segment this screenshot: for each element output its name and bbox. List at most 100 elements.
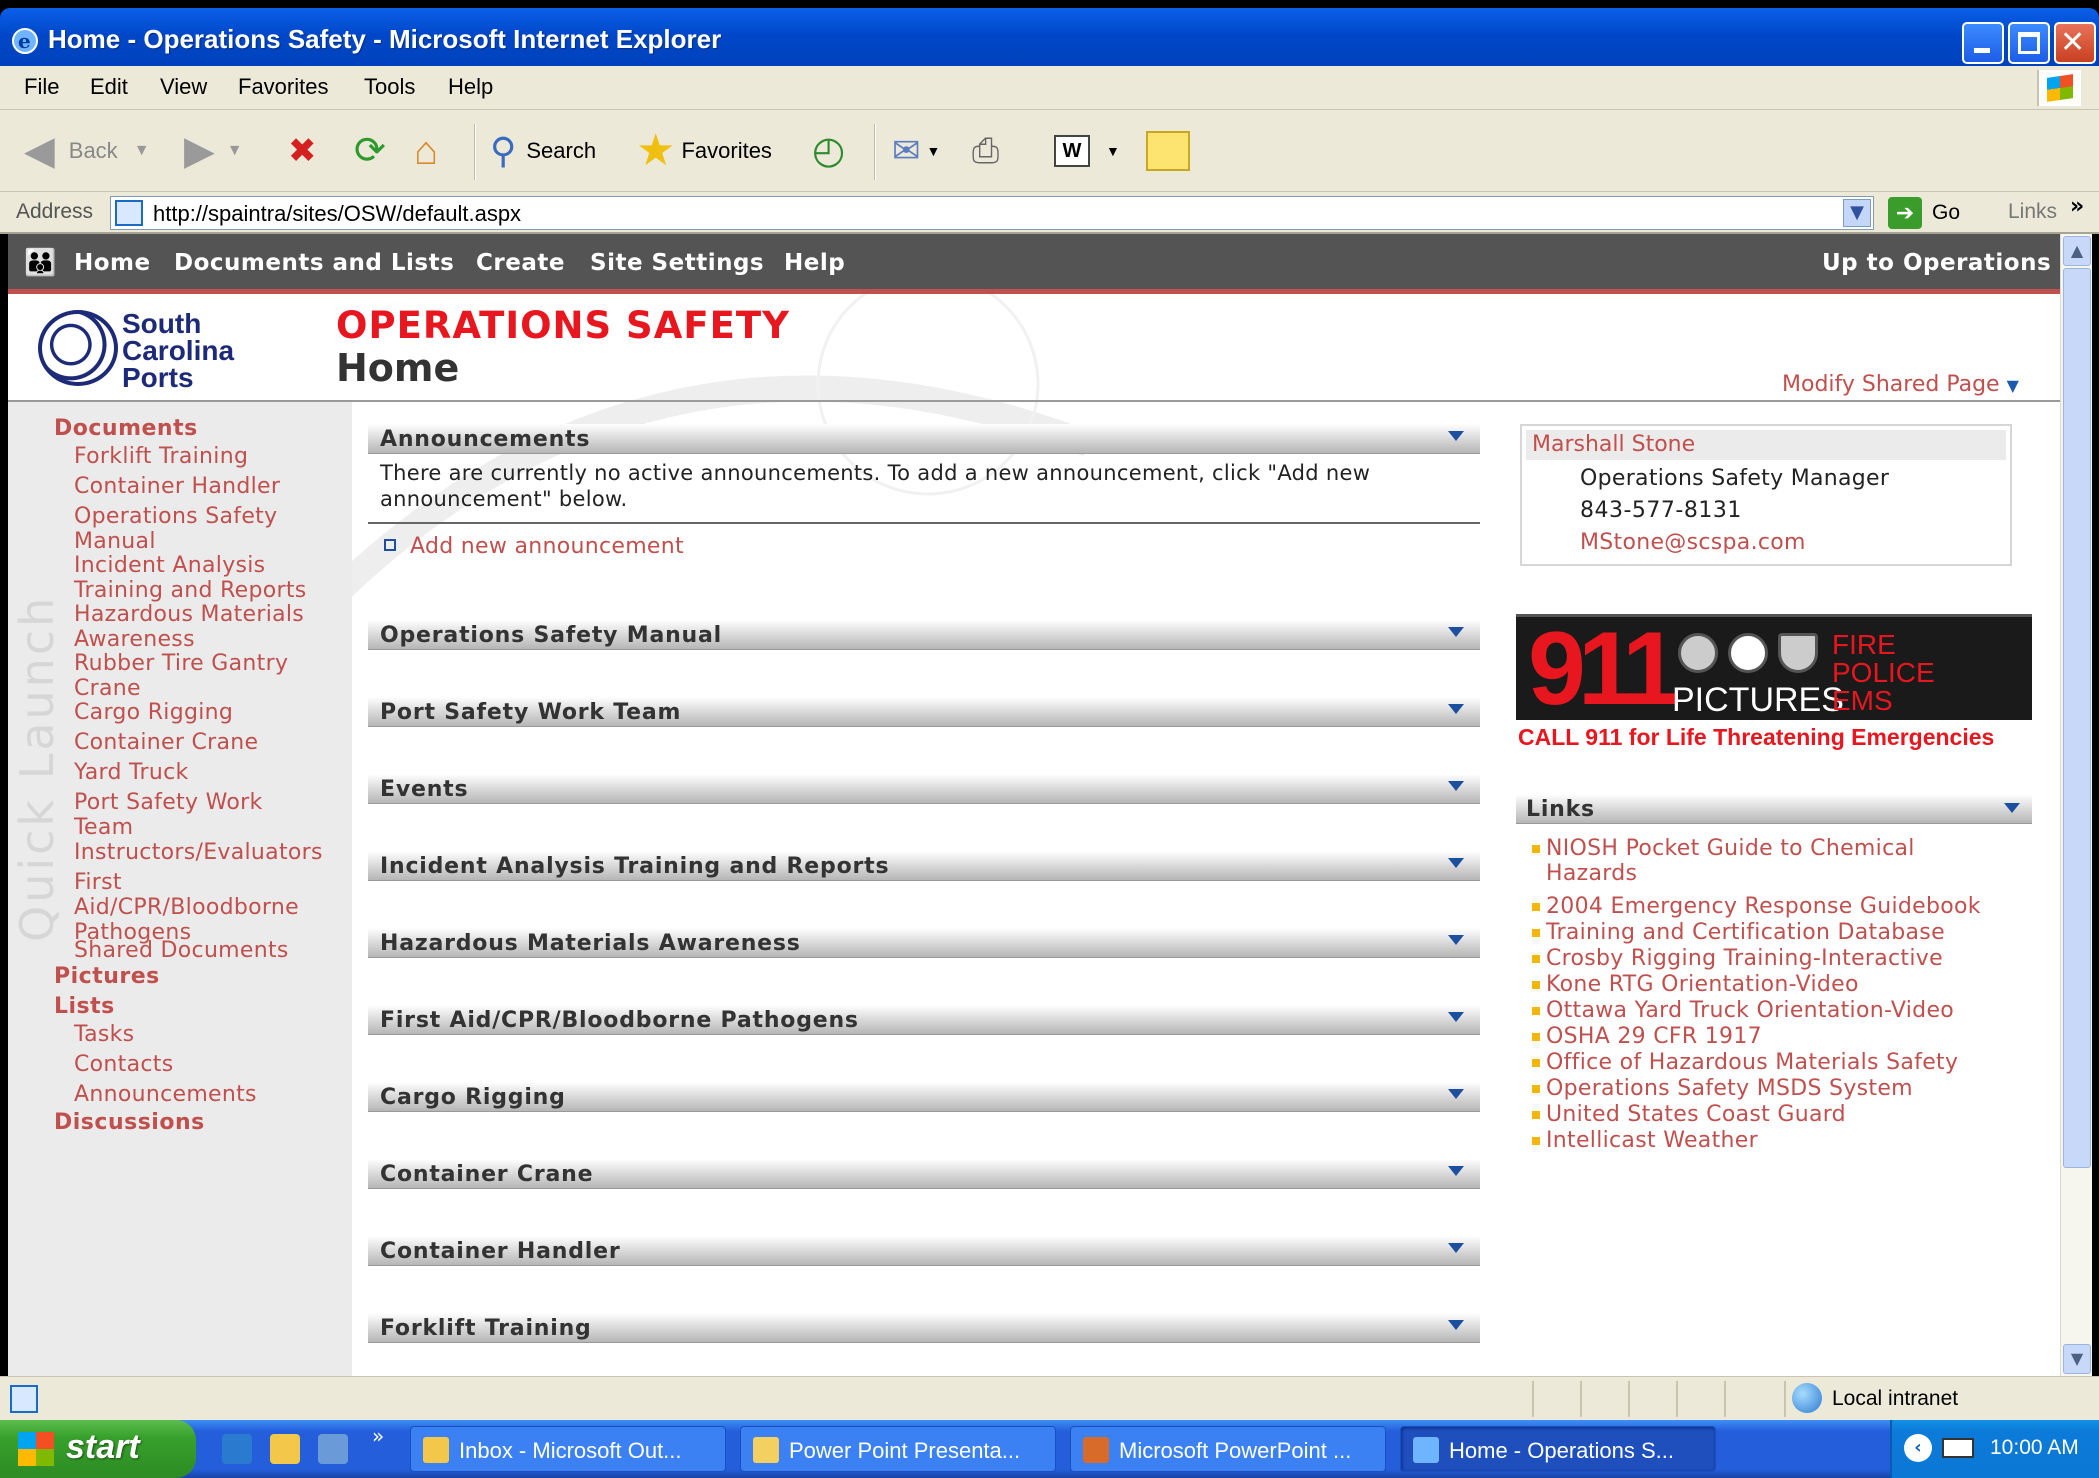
scroll-down-button[interactable]: ▼ <box>2063 1344 2091 1374</box>
chevron-right-icon[interactable]: » <box>372 1424 384 1448</box>
ql-list-item[interactable]: Contacts <box>74 1052 344 1077</box>
speaker-icon[interactable] <box>1942 1438 1974 1458</box>
ql-doc-item[interactable]: Yard Truck <box>74 760 344 785</box>
go-button[interactable]: ➔ Go <box>1888 196 1960 230</box>
menu-file[interactable]: File <box>24 74 59 100</box>
clock[interactable]: 10:00 AM <box>1990 1436 2079 1460</box>
menu-view[interactable]: View <box>160 74 207 100</box>
add-announcement-link[interactable]: Add new announcement <box>384 534 684 559</box>
forward-button[interactable]: ▶ ▼ <box>184 124 243 178</box>
ql-lists[interactable]: Lists <box>54 994 115 1019</box>
ql-documents[interactable]: Documents <box>54 416 198 441</box>
contact-name[interactable]: Marshall Stone <box>1526 430 2006 460</box>
desktop-quicklaunch-icon[interactable] <box>318 1434 348 1464</box>
history-button[interactable]: ◴ <box>812 124 845 178</box>
maximize-button[interactable] <box>2008 22 2050 64</box>
favorites-button[interactable]: ★ Favorites <box>636 124 772 178</box>
task-button-active[interactable]: Home - Operations S... <box>1400 1426 1716 1472</box>
webpart-header[interactable]: First Aid/CPR/Bloodborne Pathogens <box>368 1005 1480 1035</box>
menu-help[interactable]: Help <box>448 74 493 100</box>
contact-email[interactable]: MStone@scspa.com <box>1580 530 1806 555</box>
link-item[interactable]: Intellicast Weather <box>1532 1128 2036 1153</box>
close-button[interactable]: ✕ <box>2054 22 2096 64</box>
mail-button[interactable]: ✉ ▼ <box>892 124 940 178</box>
ql-pictures[interactable]: Pictures <box>54 964 160 989</box>
chevron-down-icon[interactable] <box>1448 935 1464 945</box>
ql-doc-item[interactable]: Instructors/Evaluators <box>74 840 344 865</box>
emergency-banner[interactable]: 911 PICTURES FIRE POLICE EMS <box>1516 614 2032 721</box>
webpart-header[interactable]: Operations Safety Manual <box>368 620 1480 650</box>
chevron-down-icon[interactable] <box>1448 781 1464 791</box>
ql-discussions[interactable]: Discussions <box>54 1110 205 1135</box>
scroll-thumb[interactable] <box>2063 268 2091 1168</box>
modify-shared-page-menu[interactable]: Modify Shared Page ▼ <box>1782 372 2019 397</box>
start-button[interactable]: start <box>0 1420 196 1478</box>
nav-up-to-operations[interactable]: Up to Operations <box>1822 250 2051 276</box>
task-button[interactable]: Microsoft PowerPoint ... <box>1070 1426 1386 1472</box>
ql-doc-item[interactable]: Shared Documents <box>74 938 344 963</box>
link-item[interactable]: 2004 Emergency Response Guidebook <box>1532 894 2036 919</box>
chevron-down-icon[interactable] <box>1448 858 1464 868</box>
chevron-down-icon[interactable] <box>1448 1089 1464 1099</box>
scpa-logo[interactable]: South Carolina Ports <box>38 310 258 392</box>
chevron-left-icon[interactable]: ‹ <box>1904 1434 1932 1462</box>
menu-favorites[interactable]: Favorites <box>238 74 328 100</box>
ql-list-item[interactable]: Announcements <box>74 1082 344 1107</box>
nav-create[interactable]: Create <box>476 250 565 276</box>
address-input[interactable]: http://spaintra/sites/OSW/default.aspx ▼ <box>110 196 1874 230</box>
ql-doc-item[interactable]: Incident Analysis Training and Reports <box>74 553 344 603</box>
links-toolbar-label[interactable]: Links <box>2008 200 2057 224</box>
link-item[interactable]: United States Coast Guard <box>1532 1102 2036 1127</box>
link-item[interactable]: NIOSH Pocket Guide to Chemical Hazards <box>1532 836 1966 886</box>
webpart-announcements[interactable]: Announcements <box>368 424 1480 454</box>
menu-edit[interactable]: Edit <box>90 74 128 100</box>
ql-doc-item[interactable]: Rubber Tire Gantry Crane <box>74 651 344 701</box>
scroll-up-button[interactable]: ▲ <box>2063 236 2091 266</box>
menu-tools[interactable]: Tools <box>364 74 415 100</box>
home-button[interactable]: ⌂ <box>414 124 438 178</box>
chevron-down-icon[interactable] <box>1448 1243 1464 1253</box>
nav-site-settings[interactable]: Site Settings <box>590 250 764 276</box>
ql-list-item[interactable]: Tasks <box>74 1022 344 1047</box>
chevron-right-icon[interactable]: » <box>2070 194 2084 219</box>
nav-documents-and-lists[interactable]: Documents and Lists <box>174 250 454 276</box>
link-item[interactable]: Ottawa Yard Truck Orientation-Video <box>1532 998 2036 1023</box>
link-item[interactable]: Training and Certification Database <box>1532 920 2036 945</box>
outlook-quicklaunch-icon[interactable] <box>270 1434 300 1464</box>
chevron-down-icon[interactable] <box>1448 1012 1464 1022</box>
webpart-header[interactable]: Events <box>368 774 1480 804</box>
webpart-header[interactable]: Hazardous Materials Awareness <box>368 928 1480 958</box>
address-dropdown-button[interactable]: ▼ <box>1843 199 1871 227</box>
chevron-down-icon[interactable] <box>1448 627 1464 637</box>
webpart-header[interactable]: Forklift Training <box>368 1313 1480 1343</box>
nav-help[interactable]: Help <box>784 250 845 276</box>
ql-doc-item[interactable]: Operations Safety Manual <box>74 504 344 554</box>
webpart-header[interactable]: Port Safety Work Team <box>368 697 1480 727</box>
back-button[interactable]: ◀ Back ▼ <box>24 124 150 178</box>
ql-doc-item[interactable]: Container Crane <box>74 730 344 755</box>
webpart-header[interactable]: Container Crane <box>368 1159 1480 1189</box>
webpart-links[interactable]: Links <box>1516 794 2032 824</box>
ql-doc-item[interactable]: Hazardous Materials Awareness <box>74 602 344 652</box>
stop-button[interactable]: ✖ <box>288 124 317 178</box>
ql-doc-item[interactable]: Container Handler <box>74 474 344 499</box>
chevron-down-icon[interactable] <box>1448 704 1464 714</box>
ql-doc-item[interactable]: Forklift Training <box>74 444 344 469</box>
notes-button[interactable] <box>1146 124 1190 178</box>
ql-doc-item[interactable]: First Aid/CPR/Bloodborne Pathogens <box>74 870 324 945</box>
chevron-down-icon[interactable] <box>1448 1166 1464 1176</box>
edit-button[interactable]: W ▼ <box>1054 124 1120 178</box>
webpart-header[interactable]: Cargo Rigging <box>368 1082 1480 1112</box>
ql-doc-item[interactable]: Port Safety Work Team <box>74 790 284 840</box>
link-item[interactable]: Crosby Rigging Training-Interactive <box>1532 946 2036 971</box>
chevron-down-icon[interactable] <box>2004 803 2020 813</box>
print-button[interactable]: ⎙ <box>972 124 999 178</box>
nav-home[interactable]: Home <box>74 250 151 276</box>
link-item[interactable]: Operations Safety MSDS System <box>1532 1076 2036 1101</box>
chevron-down-icon[interactable] <box>1448 431 1464 441</box>
task-button[interactable]: Inbox - Microsoft Out... <box>410 1426 726 1472</box>
webpart-header[interactable]: Incident Analysis Training and Reports <box>368 851 1480 881</box>
link-item[interactable]: Office of Hazardous Materials Safety <box>1532 1050 2036 1075</box>
search-button[interactable]: ⚲ Search <box>490 124 596 178</box>
refresh-button[interactable]: ⟳ <box>354 124 386 178</box>
